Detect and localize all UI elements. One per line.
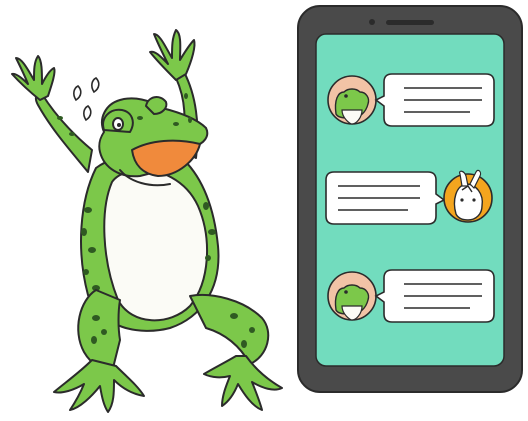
phone-camera <box>369 19 375 25</box>
frog-left-foot <box>53 359 145 413</box>
frog-right-leg <box>189 294 270 365</box>
frog-right-hand <box>149 29 196 81</box>
chat-message-3[interactable] <box>327 269 495 323</box>
chat-message-1[interactable] <box>327 73 495 127</box>
frog-figure <box>11 29 283 413</box>
frog-right-foot <box>203 355 283 411</box>
frog-left-arm <box>34 92 93 173</box>
frog-pupil <box>117 123 121 127</box>
phone-speaker <box>386 20 434 25</box>
sweat-drops-icon <box>73 77 100 122</box>
frog-left-leg <box>77 289 121 373</box>
illustration-stage <box>0 0 528 421</box>
frog-avatar-icon <box>327 271 377 321</box>
frog-left-hand <box>11 55 56 101</box>
chat-message-2[interactable] <box>325 169 493 225</box>
frog-avatar-icon <box>327 75 377 125</box>
frog-phone-illustration <box>11 5 523 413</box>
